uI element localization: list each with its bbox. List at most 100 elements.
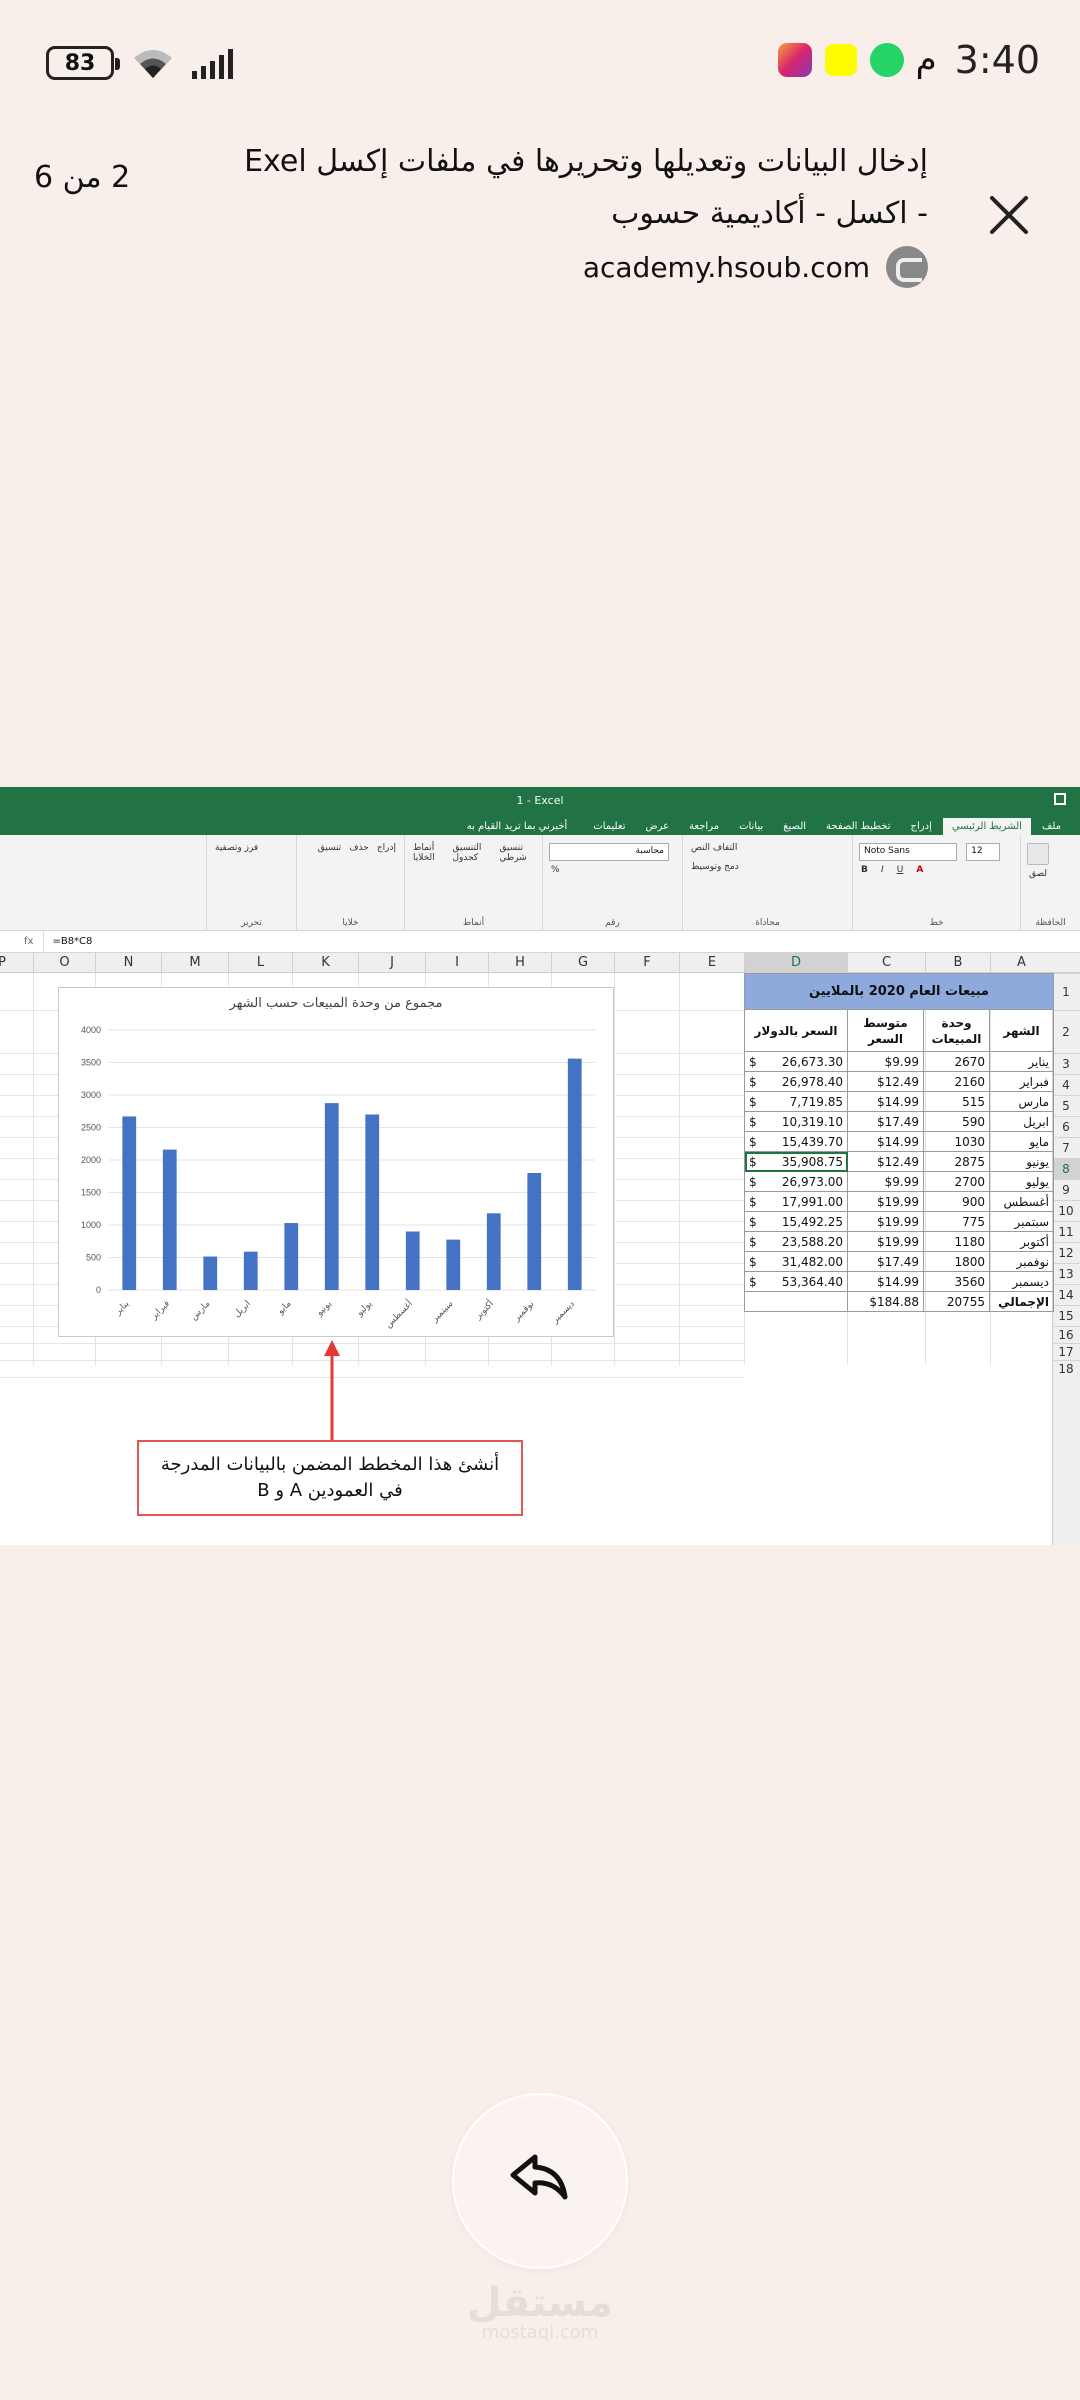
row-header[interactable]: 11 (1052, 1221, 1080, 1242)
format-as-table-button[interactable]: التنسيق كجدول (453, 843, 490, 863)
cell-units[interactable]: 1800 (923, 1251, 990, 1272)
row-header[interactable]: 10 (1052, 1200, 1080, 1221)
row-header[interactable]: 9 (1052, 1179, 1080, 1200)
cell-month[interactable]: نوفمبر (989, 1251, 1054, 1272)
source-domain[interactable]: academy.hsoub.com (583, 251, 870, 284)
cell-month[interactable]: أغسطس (989, 1191, 1054, 1212)
cell-units[interactable]: 2875 (923, 1151, 990, 1172)
chart-bar[interactable] (243, 1251, 258, 1290)
table-row[interactable]: فبراير 2160 $12.49 $26,978.40 (744, 1071, 1054, 1092)
cell-total[interactable]: $7,719.85 (744, 1091, 848, 1112)
cell-total[interactable]: $23,588.20 (744, 1231, 848, 1252)
tell-me-box[interactable]: أخبرني بما تريد القيام به (458, 818, 577, 835)
row-header[interactable]: 7 (1052, 1137, 1080, 1158)
cell-units[interactable]: 515 (923, 1091, 990, 1112)
formula-bar[interactable]: fx =B8*C8 (0, 931, 1080, 953)
cell-month[interactable]: سبتمبر (989, 1211, 1054, 1232)
tab-data[interactable]: بيانات (730, 818, 772, 835)
number-format-select[interactable]: محاسبة (549, 843, 669, 861)
cell-units[interactable]: 900 (923, 1191, 990, 1212)
cell-month[interactable]: ابريل (989, 1111, 1054, 1132)
tab-formulas[interactable]: الصيغ (774, 818, 815, 835)
tab-insert[interactable]: إدراج (902, 818, 941, 835)
cell-price[interactable]: $9.99 (847, 1171, 924, 1192)
cell-total[interactable]: $26,978.40 (744, 1071, 848, 1092)
chart-bar[interactable] (486, 1213, 501, 1290)
cell-price[interactable]: $14.99 (847, 1131, 924, 1152)
row-header[interactable]: 13 (1052, 1263, 1080, 1284)
row-header[interactable]: 6 (1052, 1116, 1080, 1137)
table-row[interactable]: سبتمبر 775 $19.99 $15,492.25 (744, 1211, 1054, 1232)
format-cells-button[interactable]: تنسيق (318, 843, 341, 853)
cell-month[interactable]: يوليو (989, 1171, 1054, 1192)
header-month[interactable]: الشهر (989, 1009, 1054, 1052)
header-units[interactable]: وحدة المبيعات (923, 1009, 990, 1052)
row-header[interactable]: 14 (1052, 1284, 1080, 1305)
row-header[interactable]: 3 (1052, 1053, 1080, 1074)
cell-price[interactable]: $12.49 (847, 1071, 924, 1092)
tab-help[interactable]: تعليمات (584, 818, 634, 835)
table-row[interactable]: أغسطس 900 $19.99 $17,991.00 (744, 1191, 1054, 1212)
cell-month[interactable]: فبراير (989, 1071, 1054, 1092)
row-header[interactable]: 15 (1052, 1305, 1080, 1326)
paste-icon[interactable] (1027, 843, 1049, 865)
cell-total[interactable]: $15,439.70 (744, 1131, 848, 1152)
font-size-select[interactable]: 12 (966, 843, 1001, 861)
row-header[interactable]: 18 (1052, 1360, 1080, 1377)
underline-button[interactable]: U (897, 865, 904, 875)
cell-units[interactable]: 2160 (923, 1071, 990, 1092)
paste-button[interactable]: لصق (1029, 869, 1047, 879)
column-header[interactable]: M (161, 953, 228, 973)
row-header[interactable]: 8 (1052, 1158, 1080, 1179)
cell-units[interactable]: 1030 (923, 1131, 990, 1152)
tab-file[interactable]: ملف (1033, 818, 1070, 835)
column-header[interactable]: G (551, 953, 614, 973)
total-price[interactable]: $184.88 (847, 1291, 924, 1312)
chart-bar[interactable] (162, 1149, 177, 1290)
formula-content[interactable]: =B8*C8 (44, 936, 92, 947)
italic-button[interactable]: I (881, 865, 884, 875)
fx-icon[interactable]: fx (14, 931, 45, 952)
header-price[interactable]: متوسط السعر (847, 1009, 924, 1052)
cell-price[interactable]: $9.99 (847, 1051, 924, 1072)
total-empty[interactable] (744, 1291, 848, 1312)
cell-month[interactable]: مايو (989, 1131, 1054, 1152)
column-header[interactable]: P (0, 953, 33, 973)
table-row[interactable]: نوفمبر 1800 $17.49 $31,482.00 (744, 1251, 1054, 1272)
bold-button[interactable]: B (861, 865, 868, 875)
cell-units[interactable]: 2670 (923, 1051, 990, 1072)
total-units[interactable]: 20755 (923, 1291, 990, 1312)
conditional-format-button[interactable]: تنسيق شرطي (500, 843, 534, 863)
row-header[interactable]: 5 (1052, 1095, 1080, 1116)
cell-price[interactable]: $19.99 (847, 1231, 924, 1252)
chart-bar[interactable] (567, 1058, 582, 1290)
cell-price[interactable]: $17.49 (847, 1251, 924, 1272)
row-header[interactable]: 12 (1052, 1242, 1080, 1263)
cell-price[interactable]: $17.49 (847, 1111, 924, 1132)
cell-total[interactable]: $35,908.75 (744, 1151, 848, 1172)
column-header[interactable]: F (614, 953, 679, 973)
column-header[interactable]: D (744, 953, 847, 973)
cell-units[interactable]: 775 (923, 1211, 990, 1232)
cell-total[interactable]: $10,319.10 (744, 1111, 848, 1132)
chart-bar[interactable] (446, 1239, 461, 1290)
chart-bar[interactable] (284, 1223, 299, 1290)
delete-cells-button[interactable]: حذف (349, 843, 369, 853)
chart-bar[interactable] (203, 1256, 218, 1290)
chart-bar[interactable] (527, 1173, 542, 1290)
column-header[interactable]: L (228, 953, 292, 973)
cell-total[interactable]: $26,973.00 (744, 1171, 848, 1192)
excel-screenshot[interactable]: 1 - Excel ملف الشريط الرئيسي إدراج تخطيط… (0, 787, 1080, 1545)
total-row[interactable]: الإجمالي 20755 $184.88 (744, 1291, 1054, 1312)
sales-table[interactable]: مبيعات العام 2020 بالملايين الشهر وحدة ا… (744, 973, 1054, 1312)
table-row[interactable]: يونيو 2875 $12.49 $35,908.75 (744, 1151, 1054, 1172)
sort-filter-button[interactable]: فرز وتصفية (215, 843, 258, 853)
cell-total[interactable]: $15,492.25 (744, 1211, 848, 1232)
cell-price[interactable]: $14.99 (847, 1271, 924, 1292)
insert-cells-button[interactable]: إدراج (377, 843, 396, 853)
table-banner[interactable]: مبيعات العام 2020 بالملايين (744, 973, 1054, 1010)
row-header[interactable]: 1 (1052, 973, 1080, 1010)
cell-month[interactable]: مارس (989, 1091, 1054, 1112)
percent-button[interactable]: % (551, 865, 560, 875)
table-row[interactable]: أكتوبر 1180 $19.99 $23,588.20 (744, 1231, 1054, 1252)
